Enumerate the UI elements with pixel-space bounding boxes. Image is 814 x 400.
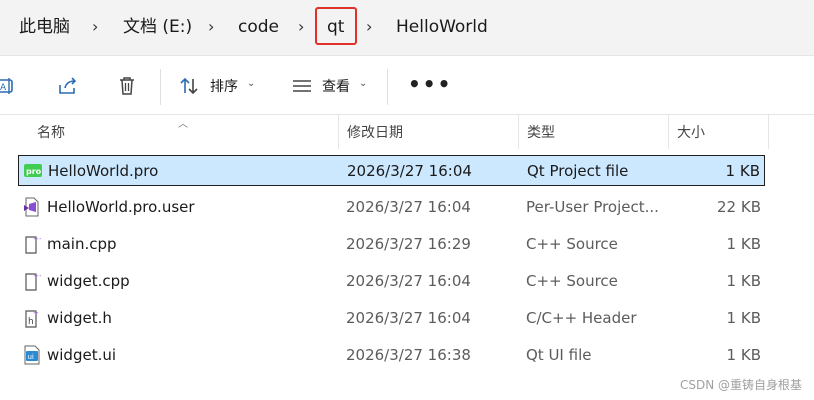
red-highlight-annotation	[315, 7, 357, 45]
column-header-type[interactable]: 类型	[527, 122, 555, 142]
view-icon[interactable]	[291, 75, 313, 97]
svg-text:A: A	[0, 83, 7, 93]
svg-text:pro: pro	[26, 167, 42, 176]
chevron-down-icon[interactable]: ⌄	[247, 78, 255, 89]
file-row[interactable]: ++ widget.cpp 2026/3/27 16:04 C++ Source…	[18, 266, 765, 297]
file-type: C/C++ Header	[526, 309, 637, 327]
chevron-right-icon[interactable]: ›	[366, 14, 372, 40]
file-size: 22 KB	[717, 198, 761, 216]
sort-ascending-indicator-icon: ︿	[178, 119, 188, 130]
chevron-right-icon[interactable]: ›	[298, 14, 304, 40]
sort-icon[interactable]	[178, 75, 200, 97]
rename-icon[interactable]: A	[0, 75, 16, 97]
column-header-name[interactable]: 名称	[37, 122, 65, 142]
chevron-right-icon[interactable]: ›	[208, 14, 214, 40]
sort-label[interactable]: 排序	[210, 77, 238, 97]
file-size: 1 KB	[726, 235, 761, 253]
file-size: 1 KB	[726, 346, 761, 364]
svg-text:++: ++	[33, 235, 41, 243]
svg-text:h: h	[28, 317, 34, 327]
file-type: Per-User Project...	[526, 198, 659, 216]
column-header-size[interactable]: 大小	[677, 122, 705, 142]
column-header-row: ︿ 名称 修改日期 类型 大小	[0, 115, 814, 149]
file-name: widget.h	[47, 309, 112, 327]
column-header-date[interactable]: 修改日期	[347, 122, 403, 142]
breadcrumb-item-documents[interactable]: 文档 (E:)	[123, 14, 192, 40]
breadcrumb: 此电脑 › 文档 (E:) › code › qt › HelloWorld	[0, 0, 814, 56]
file-date: 2026/3/27 16:04	[346, 309, 471, 327]
view-label[interactable]: 查看	[322, 77, 350, 97]
file-date: 2026/3/27 16:29	[346, 235, 471, 253]
svg-text:ui: ui	[28, 353, 34, 361]
cpp-file-icon: ++	[23, 271, 45, 291]
file-row[interactable]: h + widget.h 2026/3/27 16:04 C/C++ Header…	[18, 303, 765, 334]
breadcrumb-item-this-pc[interactable]: 此电脑	[19, 14, 70, 40]
file-date: 2026/3/27 16:04	[347, 162, 472, 180]
file-type: Qt UI file	[526, 346, 592, 364]
file-size: 1 KB	[726, 272, 761, 290]
pro-file-icon: pro	[24, 161, 42, 181]
breadcrumb-item-helloworld[interactable]: HelloWorld	[396, 14, 488, 40]
file-size: 1 KB	[725, 162, 760, 180]
share-icon[interactable]	[57, 75, 79, 97]
command-toolbar: A 排序 ⌄ 查看 ⌄ •••	[0, 57, 814, 115]
column-divider[interactable]	[668, 115, 669, 149]
header-file-icon: h +	[23, 308, 41, 328]
more-options-button[interactable]: •••	[408, 74, 452, 94]
file-size: 1 KB	[726, 309, 761, 327]
column-divider[interactable]	[518, 115, 519, 149]
file-name: HelloWorld.pro	[48, 162, 159, 180]
ui-file-icon: ui	[23, 345, 41, 365]
file-date: 2026/3/27 16:38	[346, 346, 471, 364]
chevron-right-icon[interactable]: ›	[92, 14, 98, 40]
file-type: Qt Project file	[527, 162, 629, 180]
file-row[interactable]: pro HelloWorld.pro 2026/3/27 16:04 Qt Pr…	[18, 155, 765, 186]
chevron-down-icon[interactable]: ⌄	[359, 78, 367, 89]
file-name: widget.ui	[47, 346, 117, 364]
watermark: CSDN @重铸自身根基	[679, 378, 802, 392]
toolbar-divider	[387, 69, 388, 105]
column-divider[interactable]	[768, 115, 769, 149]
file-date: 2026/3/27 16:04	[346, 198, 471, 216]
file-type: C++ Source	[526, 235, 618, 253]
file-date: 2026/3/27 16:04	[346, 272, 471, 290]
file-name: main.cpp	[47, 235, 117, 253]
breadcrumb-item-code[interactable]: code	[238, 14, 279, 40]
toolbar-divider	[160, 69, 161, 105]
delete-icon[interactable]	[116, 75, 138, 97]
file-row[interactable]: HelloWorld.pro.user 2026/3/27 16:04 Per-…	[18, 192, 765, 223]
svg-text:+: +	[33, 309, 39, 317]
file-name: HelloWorld.pro.user	[47, 198, 195, 216]
file-row[interactable]: ++ main.cpp 2026/3/27 16:29 C++ Source 1…	[18, 229, 765, 260]
user-file-icon	[23, 197, 41, 217]
cpp-file-icon: ++	[23, 234, 45, 254]
file-name: widget.cpp	[47, 272, 130, 290]
svg-text:++: ++	[33, 272, 41, 280]
column-divider[interactable]	[338, 115, 339, 149]
file-row[interactable]: ui widget.ui 2026/3/27 16:38 Qt UI file …	[18, 340, 765, 371]
file-type: C++ Source	[526, 272, 618, 290]
